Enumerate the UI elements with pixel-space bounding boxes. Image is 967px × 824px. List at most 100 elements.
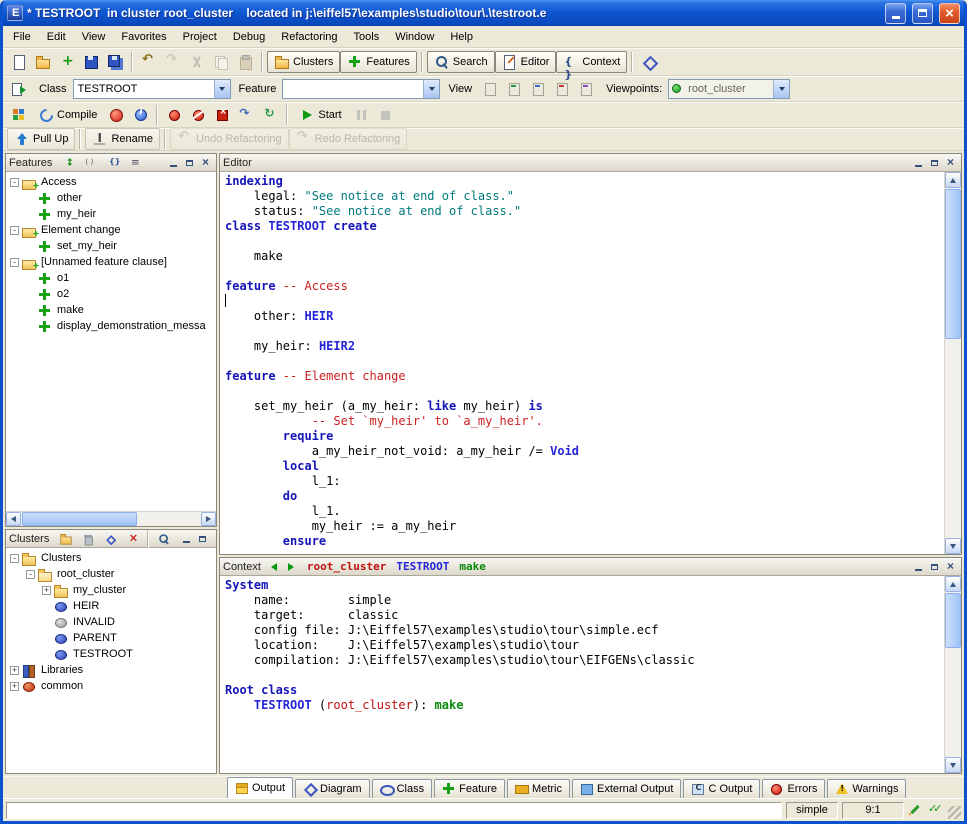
compile-button[interactable]: Compile — [31, 104, 104, 126]
editor-maximize-button[interactable] — [927, 156, 942, 169]
stop-button[interactable] — [373, 104, 397, 126]
debug-exception-handling-button[interactable] — [258, 104, 282, 126]
rename-button[interactable]: Rename — [85, 128, 160, 150]
scroll-thumb[interactable] — [945, 593, 961, 648]
tab-metric[interactable]: Metric — [507, 779, 570, 798]
context-forward-button[interactable] — [284, 560, 299, 573]
editor-button[interactable]: Editor — [495, 51, 557, 73]
class-tool-button[interactable] — [7, 78, 31, 100]
expander-minus-icon[interactable] — [10, 258, 19, 267]
context-vertical-scrollbar[interactable] — [944, 576, 961, 773]
tree-item-label[interactable]: Element change — [41, 224, 125, 236]
tree-item-label[interactable]: Libraries — [41, 664, 87, 676]
save-all-button[interactable] — [103, 51, 127, 73]
toggle-sort-button[interactable] — [58, 155, 80, 171]
tree-item-label[interactable]: o1 — [57, 272, 73, 284]
editor-code-area[interactable]: indexing legal: "See notice at end of cl… — [220, 172, 961, 554]
remove-item-button[interactable] — [121, 531, 143, 547]
menu-debug[interactable]: Debug — [225, 28, 273, 46]
scroll-thumb[interactable] — [945, 189, 961, 339]
tree-item-unnamed-feature-clause[interactable]: [Unnamed feature clause] — [6, 254, 216, 270]
context-back-button[interactable] — [267, 560, 282, 573]
menu-help[interactable]: Help — [442, 28, 481, 46]
tree-item-label[interactable]: my_cluster — [73, 584, 130, 596]
tree-item-label[interactable]: [Unnamed feature clause] — [41, 256, 171, 268]
expander-plus-icon[interactable] — [10, 682, 19, 691]
tree-item-label[interactable]: make — [57, 304, 88, 316]
minimize-button[interactable] — [885, 3, 906, 24]
search-button[interactable]: Search — [427, 51, 495, 73]
paste-button[interactable] — [233, 51, 257, 73]
expander-minus-icon[interactable] — [26, 570, 35, 579]
context-minimize-button[interactable] — [911, 560, 926, 573]
search-cluster-button[interactable] — [153, 531, 175, 547]
expander-minus-icon[interactable] — [10, 226, 19, 235]
tree-item-label[interactable]: TESTROOT — [73, 648, 137, 660]
menu-window[interactable]: Window — [387, 28, 442, 46]
tree-item-testroot[interactable]: TESTROOT — [6, 646, 216, 662]
scroll-down-button[interactable] — [945, 538, 961, 554]
expander-plus-icon[interactable] — [10, 666, 19, 675]
menu-project[interactable]: Project — [175, 28, 225, 46]
new-cluster-button[interactable] — [55, 531, 77, 547]
clusters-maximize-button[interactable] — [195, 532, 210, 545]
class-combobox[interactable]: TESTROOT — [73, 79, 231, 99]
flat-view-button[interactable] — [526, 78, 550, 100]
open-file-button[interactable] — [31, 51, 55, 73]
breadcrumb-TESTROOT[interactable]: TESTROOT — [396, 560, 449, 573]
tree-item-root-cluster[interactable]: root_cluster — [6, 566, 216, 582]
context-button[interactable]: Context — [556, 51, 627, 73]
scroll-left-button[interactable] — [6, 512, 21, 526]
toggle-braces-button[interactable] — [102, 155, 124, 171]
cut-button[interactable] — [185, 51, 209, 73]
menu-favorites[interactable]: Favorites — [113, 28, 174, 46]
features-maximize-button[interactable] — [182, 156, 197, 169]
remove-breakpoints-button[interactable] — [210, 104, 234, 126]
move-up-button[interactable] — [99, 531, 121, 547]
tree-item-label[interactable]: root_cluster — [57, 568, 118, 580]
feature-combobox[interactable] — [282, 79, 440, 99]
tree-item-element-change[interactable]: Element change — [6, 222, 216, 238]
tab-class[interactable]: Class — [372, 779, 433, 798]
class-combobox-dropdown[interactable] — [214, 80, 230, 98]
project-settings-button[interactable] — [7, 104, 31, 126]
tree-item-label[interactable]: Access — [41, 176, 80, 188]
scroll-right-button[interactable] — [201, 512, 216, 526]
tree-item-label[interactable]: HEIR — [73, 600, 103, 612]
tree-item-o2[interactable]: o2 — [6, 286, 216, 302]
features-close-button[interactable] — [198, 156, 213, 169]
tree-item-label[interactable]: my_heir — [57, 208, 100, 220]
save-button[interactable] — [79, 51, 103, 73]
context-output-area[interactable]: System name: simple target: classic conf… — [220, 576, 961, 773]
tree-item-invalid[interactable]: INVALID — [6, 614, 216, 630]
copy-button[interactable] — [209, 51, 233, 73]
scroll-up-button[interactable] — [945, 576, 961, 592]
editor-vertical-scrollbar[interactable] — [944, 172, 961, 554]
tab-errors[interactable]: Errors — [762, 779, 825, 798]
clusters-button[interactable]: Clusters — [267, 51, 340, 73]
tab-external-output[interactable]: External Output — [572, 779, 681, 798]
menu-edit[interactable]: Edit — [39, 28, 74, 46]
tree-item-other[interactable]: other — [6, 190, 216, 206]
project-info-button[interactable] — [128, 104, 152, 126]
tree-item-my-cluster[interactable]: my_cluster — [6, 582, 216, 598]
enable-breakpoints-button[interactable] — [162, 104, 186, 126]
redo-button[interactable] — [161, 51, 185, 73]
features-minimize-button[interactable] — [166, 156, 181, 169]
delete-item-button[interactable] — [77, 531, 99, 547]
editor-close-button[interactable] — [943, 156, 958, 169]
tab-feature[interactable]: Feature — [434, 779, 505, 798]
tab-output[interactable]: Output — [227, 777, 293, 798]
menu-file[interactable]: File — [5, 28, 39, 46]
edit-mode-icon[interactable] — [908, 802, 924, 818]
resize-grip[interactable] — [948, 806, 961, 819]
clusters-minimize-button[interactable] — [179, 532, 194, 545]
tree-item-label[interactable]: o2 — [57, 288, 73, 300]
expander-minus-icon[interactable] — [10, 554, 19, 563]
context-maximize-button[interactable] — [927, 560, 942, 573]
toggle-list-button[interactable] — [124, 155, 146, 171]
tree-item-common[interactable]: common — [6, 678, 216, 694]
diagram-tool-button[interactable] — [637, 51, 661, 73]
undo-refactoring-button[interactable]: Undo Refactoring — [170, 128, 289, 150]
viewpoints-combobox[interactable]: root_cluster — [668, 79, 790, 99]
